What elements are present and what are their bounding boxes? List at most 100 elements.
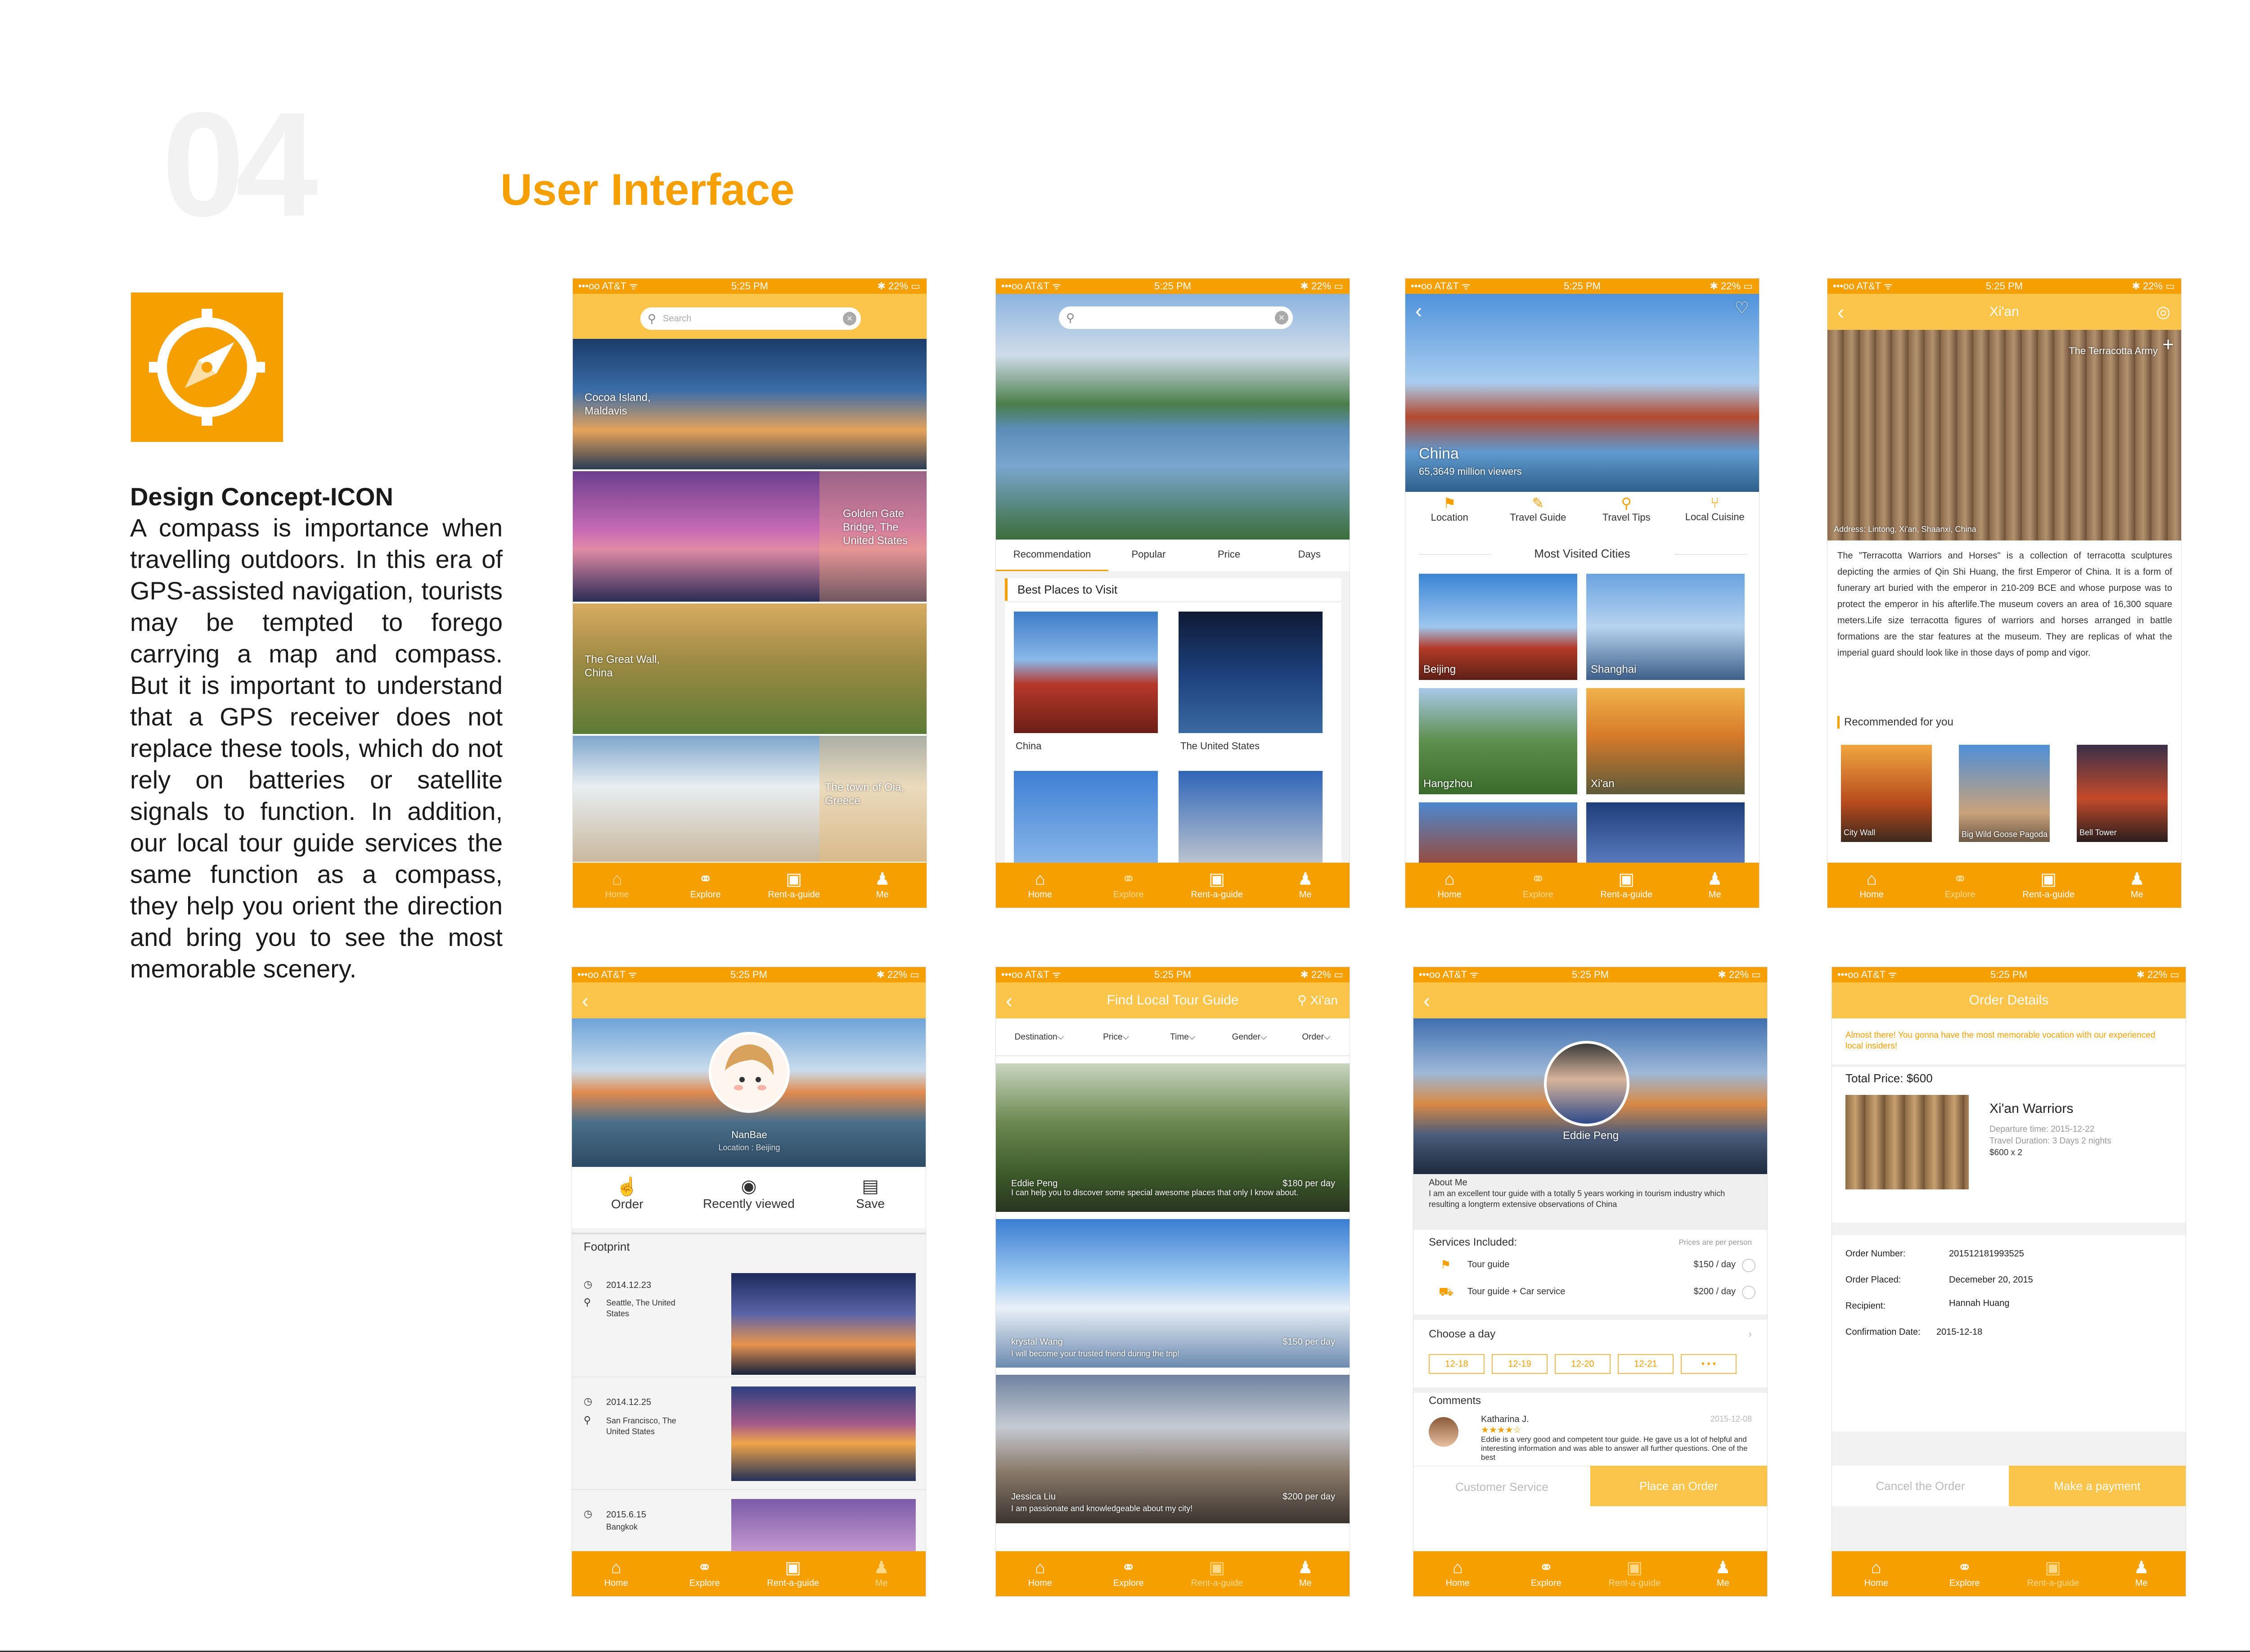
filter-order[interactable]: Order⌵ <box>1283 1018 1350 1055</box>
card-golden-gate[interactable]: Golden Gate Bridge, The United States <box>573 471 927 602</box>
footprint-item[interactable]: ◷ 2015.6.15 Bangkok <box>572 1489 926 1553</box>
tab-price[interactable]: Price <box>1189 540 1269 571</box>
city-hangzhou[interactable]: Hangzhou <box>1419 688 1577 794</box>
radio-button[interactable] <box>1742 1259 1755 1272</box>
more-days-chip[interactable]: • • • <box>1681 1354 1737 1374</box>
tab-home[interactable]: ⌂ Home <box>996 1551 1084 1596</box>
customer-service-button[interactable]: Customer Service <box>1413 1466 1590 1506</box>
tab-me[interactable]: ♟ Me <box>1261 863 1350 908</box>
tab-home[interactable]: ⌂ Home <box>1405 863 1494 908</box>
tab-rent-a-guide[interactable]: ▣ Rent-a-guide <box>2004 863 2093 908</box>
tab-me[interactable]: ♟ Me <box>837 1551 926 1596</box>
back-icon[interactable]: ‹ <box>1837 294 1844 330</box>
location-pin-icon[interactable]: ◎ <box>2156 294 2170 330</box>
back-icon[interactable]: ‹ <box>1415 298 1422 323</box>
action-save[interactable]: ▤ Save <box>815 1167 926 1228</box>
guide-card[interactable]: Jessica Liu $200 per day I am passionate… <box>996 1375 1350 1523</box>
city-beijing[interactable]: Beijing <box>1419 574 1577 680</box>
back-icon[interactable]: ‹ <box>1423 982 1430 1018</box>
menu-travel-tips[interactable]: ⚲ Travel Tips <box>1582 495 1671 531</box>
choose-day[interactable]: Choose a day › <box>1413 1321 1767 1348</box>
tab-home[interactable]: ⌂ Home <box>572 1551 661 1596</box>
make-payment-button[interactable]: Make a payment <box>2009 1466 2186 1506</box>
clear-icon[interactable]: × <box>1275 311 1288 324</box>
tab-recommendation[interactable]: Recommendation <box>996 540 1109 571</box>
day-chip[interactable]: 12-19 <box>1492 1354 1548 1374</box>
tab-popular[interactable]: Popular <box>1108 540 1189 571</box>
guide-card[interactable]: Eddie Peng $180 per day I can help you t… <box>996 1063 1350 1212</box>
search-input[interactable]: ⚲ × <box>1059 306 1293 329</box>
tab-me[interactable]: ♟ Me <box>1679 1551 1768 1596</box>
add-icon[interactable]: + <box>2162 335 2174 355</box>
rec-big-wild-goose-pagoda[interactable]: Big Wild Goose Pagoda <box>1959 745 2050 842</box>
tab-me[interactable]: ♟ Me <box>1671 863 1760 908</box>
footprint-item[interactable]: ◷ 2014.12.25 ⚲ San Francisco, The United… <box>572 1377 926 1488</box>
filter-destination[interactable]: Destination⌵ <box>996 1018 1083 1055</box>
card-oia[interactable]: The town of Oia, Greece <box>573 736 927 862</box>
place-usa[interactable] <box>1179 612 1323 733</box>
tab-explore[interactable]: ⚭ Explore <box>1502 1551 1591 1596</box>
city-lhasa[interactable] <box>1419 802 1577 865</box>
tab-rent-a-guide[interactable]: ▣ Rent-a-guide <box>1582 863 1671 908</box>
clear-icon[interactable]: × <box>843 312 856 325</box>
tab-me[interactable]: ♟ Me <box>838 863 927 908</box>
avatar[interactable] <box>709 1032 790 1113</box>
back-icon[interactable]: ‹ <box>1006 982 1012 1018</box>
city-hongkong[interactable] <box>1586 802 1745 865</box>
tab-me[interactable]: ♟ Me <box>2093 863 2182 908</box>
day-chip[interactable]: 12-18 <box>1429 1354 1485 1374</box>
filter-time[interactable]: Time⌵ <box>1149 1018 1216 1055</box>
card-maldives[interactable]: Cocoa Island, Maldavis <box>573 339 927 469</box>
tab-explore[interactable]: ⚭ Explore <box>1494 863 1583 908</box>
rec-city-wall[interactable]: City Wall <box>1841 745 1932 842</box>
city-shanghai[interactable]: Shanghai <box>1586 574 1745 680</box>
back-icon[interactable]: ‹ <box>582 982 589 1018</box>
day-chip[interactable]: 12-20 <box>1555 1354 1611 1374</box>
filter-gender[interactable]: Gender⌵ <box>1216 1018 1282 1055</box>
place-china[interactable] <box>1014 612 1158 733</box>
tab-rent-a-guide[interactable]: ▣ Rent-a-guide <box>2009 1551 2097 1596</box>
card-great-wall[interactable]: The Great Wall, China <box>573 603 927 734</box>
tab-days[interactable]: Days <box>1269 540 1350 571</box>
place-milan[interactable] <box>1179 771 1323 865</box>
service-option[interactable]: ⚑ Tour guide $150 / day <box>1413 1258 1767 1281</box>
tab-explore[interactable]: ⚭ Explore <box>1084 863 1173 908</box>
tab-rent-a-guide[interactable]: ▣ Rent-a-guide <box>750 863 838 908</box>
action-recently-viewed[interactable]: ◉ Recently viewed <box>683 1167 815 1228</box>
tab-home[interactable]: ⌂ Home <box>573 863 662 908</box>
place-order-button[interactable]: Place an Order <box>1590 1466 1767 1506</box>
footprint-item[interactable]: ◷ 2014.12.23 ⚲ Seattle, The United State… <box>572 1264 926 1376</box>
city-xian[interactable]: Xi'an <box>1586 688 1745 794</box>
tab-me[interactable]: ♟ Me <box>2097 1551 2186 1596</box>
tab-explore[interactable]: ⚭ Explore <box>661 1551 749 1596</box>
search-input[interactable]: ⚲ Search × <box>640 307 861 330</box>
location-button[interactable]: ⚲ Xi'an <box>1297 982 1338 1018</box>
tab-explore[interactable]: ⚭ Explore <box>1921 1551 2009 1596</box>
tab-explore[interactable]: ⚭ Explore <box>1916 863 2005 908</box>
tab-explore[interactable]: ⚭ Explore <box>1084 1551 1173 1596</box>
menu-location[interactable]: ⚑ Location <box>1405 495 1494 531</box>
tab-rent-a-guide[interactable]: ▣ Rent-a-guide <box>1590 1551 1679 1596</box>
menu-travel-guide[interactable]: ✎ Travel Guide <box>1494 495 1583 531</box>
heart-icon[interactable]: ♡ <box>1735 300 1749 316</box>
tab-home[interactable]: ⌂ Home <box>1413 1551 1502 1596</box>
tab-home[interactable]: ⌂ Home <box>996 863 1084 908</box>
tab-rent-a-guide[interactable]: ▣ Rent-a-guide <box>749 1551 837 1596</box>
filter-price[interactable]: Price⌵ <box>1083 1018 1149 1055</box>
tab-me[interactable]: ♟ Me <box>1261 1551 1350 1596</box>
menu-local-cuisine[interactable]: ⑂ Local Cuisine <box>1671 495 1760 531</box>
tab-home[interactable]: ⌂ Home <box>1827 863 1916 908</box>
tab-explore[interactable]: ⚭ Explore <box>662 863 750 908</box>
rec-bell-tower[interactable]: Bell Tower <box>2077 745 2168 842</box>
tab-rent-a-guide[interactable]: ▣ Rent-a-guide <box>1173 1551 1261 1596</box>
place-paris[interactable] <box>1014 771 1158 865</box>
radio-button[interactable] <box>1742 1286 1755 1299</box>
cancel-order-button[interactable]: Cancel the Order <box>1832 1466 2009 1506</box>
service-option[interactable]: ⛟ Tour guide + Car service $200 / day <box>1413 1285 1767 1308</box>
avatar[interactable] <box>1544 1041 1629 1126</box>
tab-home[interactable]: ⌂ Home <box>1832 1551 1921 1596</box>
action-order[interactable]: ☝ Order <box>572 1167 683 1228</box>
day-chip[interactable]: 12-21 <box>1618 1354 1674 1374</box>
guide-card[interactable]: krystal Wang $150 per day I will become … <box>996 1219 1350 1368</box>
tab-rent-a-guide[interactable]: ▣ Rent-a-guide <box>1173 863 1261 908</box>
